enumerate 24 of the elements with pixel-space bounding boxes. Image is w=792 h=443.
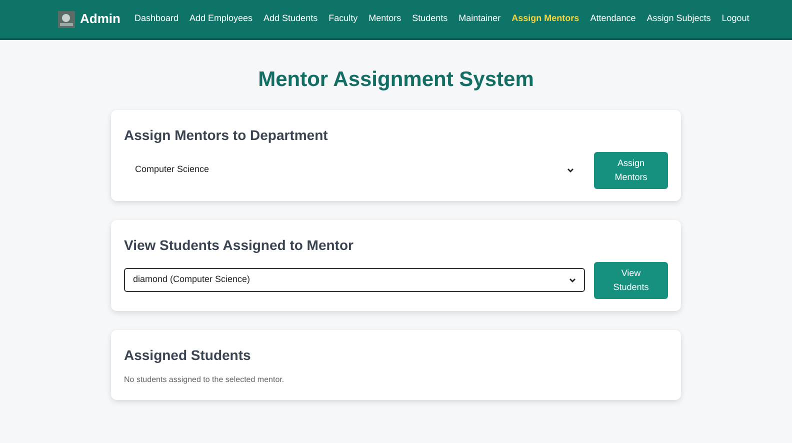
nav-link[interactable]: Dashboard bbox=[134, 12, 178, 26]
logo-icon bbox=[58, 10, 75, 28]
nav-link[interactable]: Attendance bbox=[590, 12, 636, 26]
nav-link[interactable]: Assign Mentors bbox=[512, 12, 580, 26]
nav-link[interactable]: Students bbox=[412, 12, 448, 26]
nav-link[interactable]: Add Employees bbox=[189, 12, 253, 26]
chevron-down-icon bbox=[567, 168, 574, 172]
card-title: Assigned Students bbox=[124, 346, 252, 365]
nav-link[interactable]: Logout bbox=[722, 12, 750, 26]
nav-link[interactable]: Assign Subjects bbox=[646, 12, 711, 26]
nav-link[interactable]: Add Students bbox=[264, 12, 318, 26]
card-title: Assign Mentors to Department bbox=[124, 126, 329, 145]
nav-link[interactable]: Faculty bbox=[328, 12, 358, 26]
dropdown-select[interactable]: diamond (Computer Science) bbox=[124, 268, 585, 292]
action-button[interactable]: Assign Mentors bbox=[594, 152, 668, 188]
chevron-down-icon bbox=[569, 278, 576, 282]
brand-name[interactable]: Admin bbox=[80, 9, 120, 29]
card-title: View Students Assigned to Mentor bbox=[124, 236, 354, 255]
empty-message: No students assigned to the selected mentor. bbox=[124, 374, 286, 386]
nav-link[interactable]: Mentors bbox=[368, 12, 402, 26]
action-button[interactable]: View Students bbox=[594, 262, 668, 298]
page-title: Mentor Assignment System bbox=[258, 67, 534, 93]
dropdown-select[interactable]: Computer Science bbox=[124, 158, 585, 182]
nav-link[interactable]: Maintainer bbox=[458, 12, 501, 26]
